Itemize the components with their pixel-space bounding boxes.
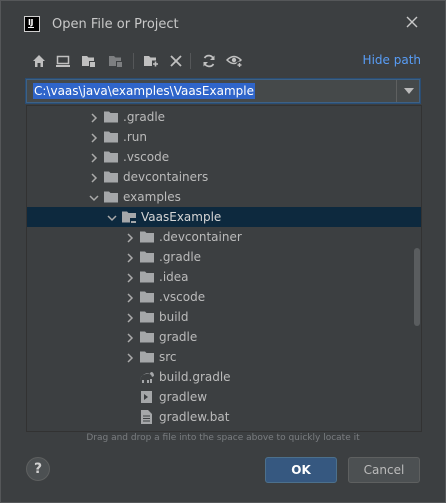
- tree-row-label: .gradle: [123, 110, 166, 124]
- help-button[interactable]: ?: [26, 457, 50, 481]
- tree-row[interactable]: build: [27, 307, 421, 327]
- folder-icon: [139, 289, 155, 305]
- path-combobox[interactable]: C:\vaas\java\examples\VaasExample: [26, 79, 420, 103]
- chevron-right-icon[interactable]: [125, 292, 135, 303]
- cancel-button[interactable]: Cancel: [348, 457, 420, 483]
- tree-row[interactable]: .gradle: [27, 247, 421, 267]
- title-bar: IJ Open File or Project: [1, 1, 445, 41]
- tree-row-label: .run: [123, 130, 147, 144]
- tree-row[interactable]: src: [27, 347, 421, 367]
- tree-row-label: gradle: [159, 330, 198, 344]
- tree-row[interactable]: .vscode: [27, 147, 421, 167]
- chevron-right-icon[interactable]: [125, 252, 135, 263]
- path-input[interactable]: C:\vaas\java\examples\VaasExample: [33, 83, 255, 99]
- folder-icon: [139, 309, 155, 325]
- scrollbar-thumb[interactable]: [414, 248, 420, 326]
- folder-icon: [103, 129, 119, 145]
- tree-row-label: gradlew.bat: [159, 410, 230, 424]
- drag-drop-hint: Drag and drop a file into the space abov…: [86, 433, 360, 443]
- desktop-icon[interactable]: [54, 49, 72, 73]
- tree-row-label: gradlew: [159, 390, 208, 404]
- tree-row-label: build.gradle: [159, 370, 231, 384]
- module-folder-icon[interactable]: [107, 49, 125, 73]
- project-folder-icon[interactable]: [80, 49, 98, 73]
- tree-row-label: .devcontainer: [159, 230, 242, 244]
- script-file-icon: [139, 389, 155, 405]
- combo-divider: [396, 80, 397, 102]
- intellij-logo-icon: IJ: [24, 16, 40, 32]
- folder-icon: [139, 349, 155, 365]
- folder-icon: [139, 229, 155, 245]
- tree-row[interactable]: examples: [27, 187, 421, 207]
- chevron-right-icon[interactable]: [125, 332, 135, 343]
- chevron-down-icon[interactable]: [89, 192, 99, 202]
- delete-x-icon[interactable]: [167, 49, 185, 73]
- tree-row-label: .idea: [159, 270, 189, 284]
- tree-row[interactable]: devcontainers: [27, 167, 421, 187]
- tree-row-label: src: [159, 350, 177, 364]
- tree-row[interactable]: .gradle: [27, 107, 421, 127]
- folder-icon: [103, 149, 119, 165]
- chevron-right-icon[interactable]: [89, 112, 99, 123]
- gradle-elephant-icon: [139, 369, 155, 385]
- chevron-right-icon[interactable]: [125, 352, 135, 363]
- tree-row[interactable]: .vscode: [27, 287, 421, 307]
- tree-row[interactable]: VaasExample: [27, 207, 421, 227]
- tree-row-label: build: [159, 310, 189, 324]
- tree-row[interactable]: .run: [27, 127, 421, 147]
- folder-icon: [103, 109, 119, 125]
- folder-icon: [139, 249, 155, 265]
- tree-row-label: .vscode: [159, 290, 206, 304]
- ok-button[interactable]: OK: [265, 457, 337, 483]
- new-folder-icon[interactable]: [142, 49, 160, 73]
- chevron-right-icon[interactable]: [125, 312, 135, 323]
- tree-row-label: VaasExample: [141, 210, 222, 224]
- tree-row-label: devcontainers: [123, 170, 209, 184]
- dropdown-arrow-icon[interactable]: [404, 88, 414, 94]
- folder-icon: [139, 269, 155, 285]
- chevron-right-icon[interactable]: [89, 152, 99, 163]
- tree-row[interactable]: gradle: [27, 327, 421, 347]
- chevron-right-icon[interactable]: [125, 232, 135, 243]
- tree-row[interactable]: .idea: [27, 267, 421, 287]
- tree-row-label: .vscode: [123, 150, 170, 164]
- open-file-dialog: IJ Open File or Project Hide path C:\vaa…: [0, 0, 446, 503]
- toolbar: Hide path: [1, 49, 445, 73]
- tree-row[interactable]: .devcontainer: [27, 227, 421, 247]
- folder-icon: [103, 169, 119, 185]
- dialog-title: Open File or Project: [52, 17, 179, 32]
- hide-path-link[interactable]: Hide path: [363, 53, 421, 67]
- text-file-icon: [139, 409, 155, 425]
- folder-icon: [139, 329, 155, 345]
- refresh-icon[interactable]: [200, 49, 218, 73]
- tree-row-label: .gradle: [159, 250, 202, 264]
- chevron-right-icon[interactable]: [89, 172, 99, 183]
- tree-row[interactable]: gradlew: [27, 387, 421, 407]
- chevron-right-icon[interactable]: [125, 272, 135, 283]
- module-folder-icon: [121, 209, 137, 225]
- home-icon[interactable]: [30, 49, 48, 73]
- tree-row-label: examples: [123, 190, 181, 204]
- folder-icon: [103, 189, 119, 205]
- tree-row[interactable]: build.gradle: [27, 367, 421, 387]
- show-hidden-icon[interactable]: [226, 49, 244, 73]
- close-icon[interactable]: [402, 12, 422, 32]
- chevron-right-icon[interactable]: [89, 132, 99, 143]
- tree-row[interactable]: gradlew.bat: [27, 407, 421, 427]
- file-tree[interactable]: .gradle .run .vscode devcontainers examples V…: [26, 105, 422, 432]
- toolbar-separator: [133, 53, 134, 69]
- chevron-down-icon[interactable]: [107, 212, 117, 222]
- toolbar-separator: [190, 53, 191, 69]
